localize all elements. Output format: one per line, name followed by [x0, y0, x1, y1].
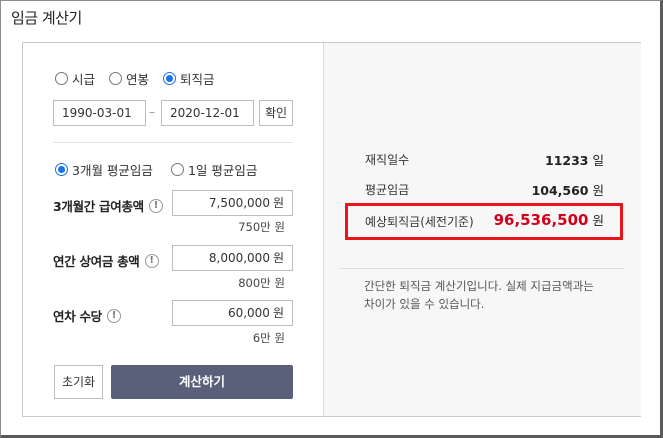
option-hourly[interactable]: 시급 — [55, 69, 95, 88]
info-icon[interactable]: ! — [144, 253, 159, 268]
option-daily-avg[interactable]: 1일 평균임금 — [170, 160, 258, 179]
calculate-button[interactable]: 계산하기 — [111, 365, 293, 399]
info-icon[interactable]: ! — [148, 198, 163, 213]
bonus-label-text: 연간 상여금 총액 — [53, 254, 140, 269]
severance-unit: 원 — [592, 213, 604, 228]
radio-hourly[interactable] — [55, 72, 68, 85]
pay3m-value: 7,500,000 — [208, 196, 270, 210]
avg-wage-label: 평균임금 — [365, 183, 410, 197]
reset-button[interactable]: 초기화 — [54, 365, 103, 399]
leave-label: 연차 수당 ! — [53, 306, 121, 325]
date-separator: – — [149, 105, 155, 119]
leave-input[interactable]: 60,000 원 — [172, 300, 293, 326]
days-value: 11233 일 — [474, 150, 604, 169]
option-daily-avg-label: 1일 평균임금 — [187, 163, 258, 178]
option-annual-label: 연봉 — [126, 72, 150, 87]
option-hourly-label: 시급 — [72, 72, 96, 87]
radio-annual[interactable] — [109, 72, 123, 85]
option-severance[interactable]: 퇴직금 — [163, 69, 215, 88]
radio-daily-avg[interactable] — [170, 163, 184, 176]
severance-number: 96,536,500 — [493, 211, 589, 229]
bonus-label: 연간 상여금 총액 ! — [53, 251, 159, 270]
avg-wage-number: 104,560 — [531, 183, 589, 198]
start-date-input[interactable]: 1990-03-01 — [53, 100, 146, 126]
pay3m-unit: 원 — [272, 196, 284, 210]
bonus-unit: 원 — [272, 251, 284, 265]
option-3month-avg[interactable]: 3개월 평균임금 — [55, 160, 153, 179]
end-date-input[interactable]: 2020-12-01 — [161, 100, 254, 126]
leave-value: 60,000 — [227, 306, 270, 320]
avg-wage-unit: 원 — [592, 183, 604, 198]
pay3m-label: 3개월간 급여총액 ! — [53, 196, 163, 215]
leave-unit: 원 — [272, 306, 284, 320]
option-3month-avg-label: 3개월 평균임금 — [72, 163, 153, 178]
bonus-value: 8,000,000 — [208, 251, 270, 265]
severance-label: 예상퇴직금(세전기준) — [365, 215, 474, 229]
section-divider — [53, 142, 293, 143]
radio-severance[interactable] — [163, 72, 177, 85]
days-label: 재직일수 — [365, 153, 410, 167]
window-title: 임금 계산기 — [11, 9, 82, 27]
leave-label-text: 연차 수당 — [53, 309, 102, 324]
bonus-hint: 800만 원 — [238, 276, 285, 290]
avg-type-group: 3개월 평균임금 1일 평균임금 — [55, 160, 271, 179]
option-severance-label: 퇴직금 — [180, 72, 215, 87]
days-unit: 일 — [592, 153, 604, 168]
pay3m-hint: 750만 원 — [238, 220, 285, 234]
pay3m-label-text: 3개월간 급여총액 — [53, 199, 144, 214]
days-number: 11233 — [545, 153, 589, 168]
leave-hint: 6만 원 — [252, 331, 285, 345]
radio-3month-avg[interactable] — [55, 163, 68, 176]
severance-value: 96,536,500 원 — [474, 210, 604, 229]
calculator-card: 시급 연봉 퇴직금 1990-03-01 – 2020-12-01 확인 3개월… — [22, 42, 641, 417]
bonus-input[interactable]: 8,000,000 원 — [172, 245, 293, 271]
option-annual[interactable]: 연봉 — [109, 69, 149, 88]
calc-type-group: 시급 연봉 퇴직금 — [55, 69, 229, 88]
pay3m-input[interactable]: 7,500,000 원 — [172, 190, 293, 216]
confirm-button[interactable]: 확인 — [259, 100, 293, 126]
info-icon[interactable]: ! — [106, 308, 121, 323]
results-panel: 재직일수 11233 일 평균임금 104,560 원 예상퇴직금(세전기준) … — [323, 43, 641, 416]
disclaimer-note: 간단한 퇴직금 계산기입니다. 실제 지급금액과는 차이가 있을 수 있습니다. — [364, 279, 594, 311]
note-divider — [340, 268, 624, 269]
calculator-window: 임금 계산기 시급 연봉 퇴직금 1990-03-01 – 2020-12-01… — [0, 0, 663, 438]
avg-wage-value: 104,560 원 — [474, 180, 604, 199]
